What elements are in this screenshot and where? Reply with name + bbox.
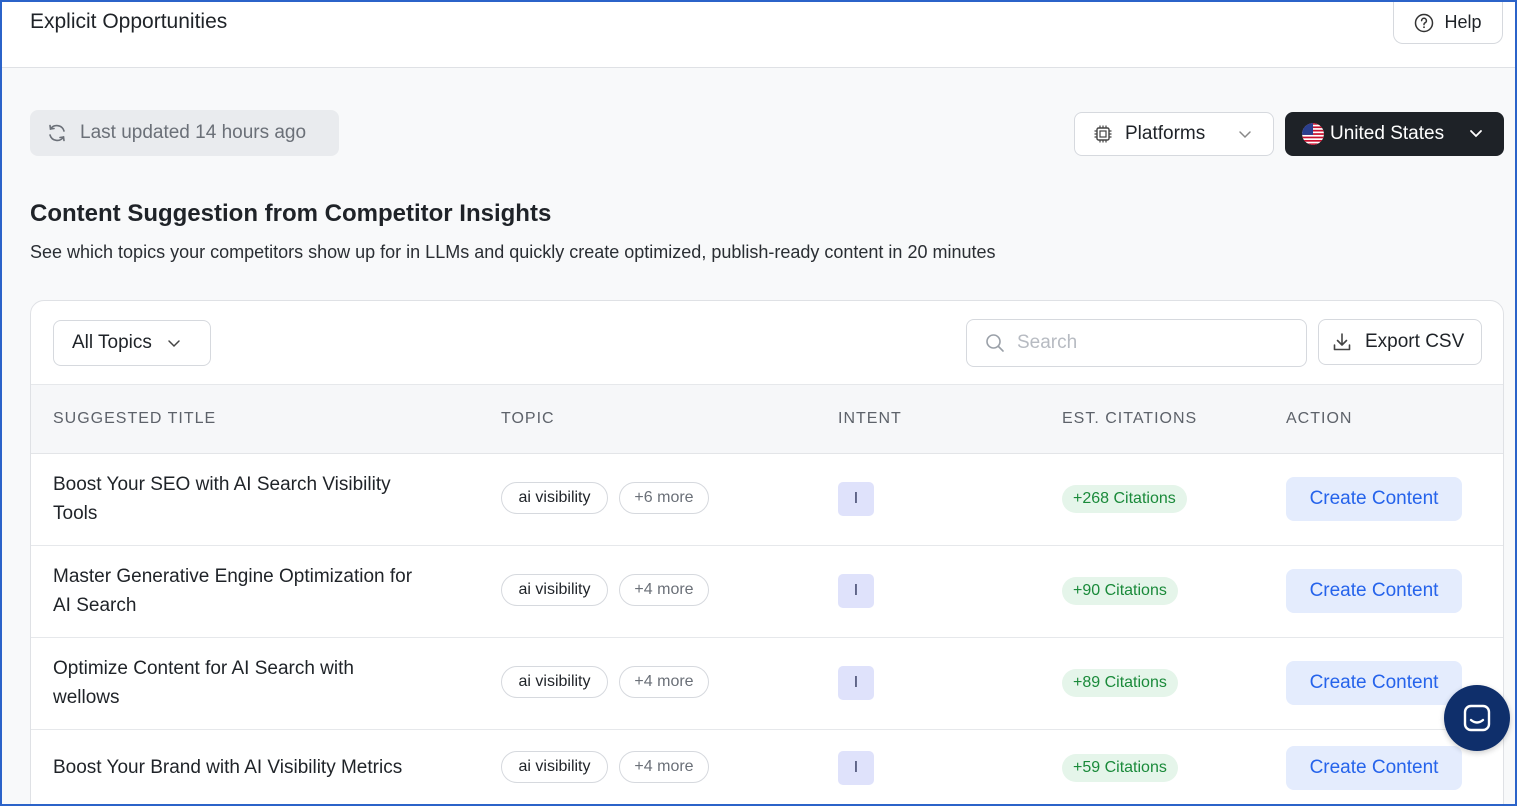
last-updated-text: Last updated 14 hours ago: [80, 122, 307, 143]
intent-badge: I: [838, 751, 874, 785]
chevron-down-icon: [168, 340, 180, 348]
chat-icon: [1463, 704, 1491, 732]
suggested-title: Master Generative Engine Optimization fo…: [53, 566, 413, 616]
export-csv-label: Export CSV: [1365, 331, 1465, 352]
table-row: Optimize Content for AI Search with well…: [31, 638, 1503, 730]
table-row: Boost Your SEO with AI Search Visibility…: [31, 454, 1503, 546]
country-dropdown[interactable]: United States: [1285, 112, 1504, 156]
suggested-title: Optimize Content for AI Search with well…: [53, 658, 354, 708]
table-row: Boost Your Brand with AI Visibility Metr…: [31, 730, 1503, 804]
topics-filter-label: All Topics: [72, 332, 152, 353]
table-row: Master Generative Engine Optimization fo…: [31, 546, 1503, 638]
chevron-down-icon: [1239, 131, 1251, 139]
more-topics-chip[interactable]: +6 more: [619, 482, 709, 514]
country-label: United States: [1330, 123, 1445, 144]
table-header: SUGGESTED TITLE TOPIC INTENT EST. CITATI…: [31, 384, 1503, 454]
intent-badge: I: [838, 666, 874, 700]
download-icon: [1333, 333, 1351, 351]
more-topics-chip[interactable]: +4 more: [619, 751, 709, 783]
topic-chip[interactable]: ai visibility: [501, 574, 608, 606]
more-topics-chip[interactable]: +4 more: [619, 574, 709, 606]
chip-icon: [1094, 125, 1112, 143]
column-header-action[interactable]: ACTION: [1286, 410, 1352, 428]
platforms-dropdown[interactable]: Platforms: [1074, 112, 1274, 156]
help-button[interactable]: Help: [1393, 2, 1503, 44]
citations-badge: +89 Citations: [1062, 669, 1178, 697]
opportunities-table-card: All Topics Export CSV SUGGESTED TITLE TO…: [30, 300, 1504, 804]
search-box[interactable]: [966, 319, 1307, 367]
chat-launcher-button[interactable]: [1444, 685, 1510, 751]
us-flag-icon: [1302, 123, 1324, 145]
help-circle-icon: [1415, 13, 1434, 32]
page-title: Explicit Opportunities: [30, 10, 228, 33]
citations-badge: +59 Citations: [1062, 754, 1178, 782]
app-frame: Explicit Opportunities Help Last updated…: [0, 0, 1517, 806]
column-header-est-citations[interactable]: EST. CITATIONS: [1062, 410, 1197, 428]
column-header-intent[interactable]: INTENT: [838, 410, 902, 428]
section-subtitle: See which topics your competitors show u…: [30, 242, 996, 262]
create-content-button[interactable]: Create Content: [1286, 746, 1462, 790]
topics-filter-dropdown[interactable]: All Topics: [53, 320, 211, 366]
create-content-button[interactable]: Create Content: [1286, 661, 1462, 705]
topic-chip[interactable]: ai visibility: [501, 666, 608, 698]
export-csv-button[interactable]: Export CSV: [1318, 319, 1482, 365]
topic-chip[interactable]: ai visibility: [501, 751, 608, 783]
suggested-title: Boost Your SEO with AI Search Visibility…: [53, 474, 391, 524]
help-label: Help: [1444, 12, 1482, 32]
intent-badge: I: [838, 482, 874, 516]
more-topics-chip[interactable]: +4 more: [619, 666, 709, 698]
create-content-button[interactable]: Create Content: [1286, 569, 1462, 613]
citations-badge: +268 Citations: [1062, 485, 1187, 513]
column-header-topic[interactable]: TOPIC: [501, 410, 555, 428]
chevron-down-icon: [1470, 130, 1482, 138]
section-title: Content Suggestion from Competitor Insig…: [30, 200, 552, 227]
topic-chip[interactable]: ai visibility: [501, 482, 608, 514]
search-icon: [986, 334, 1004, 352]
refresh-icon: [49, 124, 65, 142]
intent-badge: I: [838, 574, 874, 608]
column-header-suggested-title[interactable]: SUGGESTED TITLE: [53, 410, 216, 428]
suggested-title: Boost Your Brand with AI Visibility Metr…: [53, 757, 403, 778]
search-input[interactable]: [1017, 332, 1277, 354]
create-content-button[interactable]: Create Content: [1286, 477, 1462, 521]
citations-badge: +90 Citations: [1062, 577, 1178, 605]
top-bar: Explicit Opportunities Help: [2, 2, 1515, 68]
platforms-label: Platforms: [1125, 123, 1206, 144]
last-updated-badge[interactable]: Last updated 14 hours ago: [30, 110, 339, 156]
